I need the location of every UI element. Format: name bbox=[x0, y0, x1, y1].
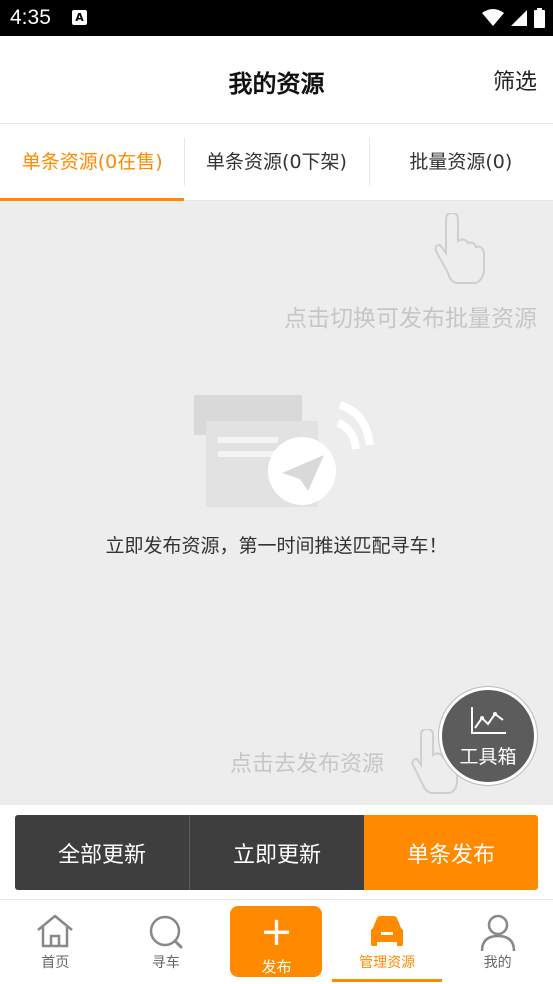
wifi-icon bbox=[482, 9, 504, 26]
batch-switch-hint: 点击切换可发布批量资源 bbox=[284, 306, 537, 332]
empty-state-message: 立即发布资源，第一时间推送匹配寻车！ bbox=[105, 535, 448, 557]
update-now-button[interactable]: 立即更新 bbox=[189, 815, 364, 890]
toolbox-button[interactable]: 工具箱 bbox=[438, 686, 538, 786]
nav-item-mine[interactable]: 我的 bbox=[442, 900, 553, 984]
notification-icon: A bbox=[72, 10, 87, 25]
nav-item-publish[interactable]: + 发布 bbox=[221, 900, 332, 984]
empty-state-illustration bbox=[194, 395, 374, 507]
nav-item-home[interactable]: 首页 bbox=[0, 900, 111, 984]
battery-icon bbox=[534, 8, 545, 28]
car-icon bbox=[371, 916, 404, 946]
publish-button[interactable]: + 发布 bbox=[230, 906, 323, 977]
tab-single-off-shelf[interactable]: 单条资源(0下架) bbox=[184, 124, 368, 200]
publish-hint: 点击去发布资源 bbox=[230, 752, 385, 777]
nav-label-home: 首页 bbox=[41, 955, 70, 971]
bottom-nav: 首页 寻车 + 发布 管理资源 我的 bbox=[0, 899, 553, 984]
user-icon bbox=[480, 914, 515, 952]
pointing-hand-icon bbox=[434, 213, 485, 284]
publish-single-button[interactable]: 单条发布 bbox=[364, 815, 538, 890]
update-all-button[interactable]: 全部更新 bbox=[15, 815, 189, 890]
action-bar: 全部更新 立即更新 单条发布 bbox=[15, 815, 538, 890]
signal-icon bbox=[511, 10, 527, 26]
status-time: 4:35 bbox=[10, 6, 51, 29]
nav-item-manage-resources[interactable]: 管理资源 bbox=[331, 900, 443, 984]
toolbox-circle: 工具箱 bbox=[442, 690, 534, 782]
tab-single-on-sale[interactable]: 单条资源(0在售) bbox=[0, 124, 185, 201]
page-title: 我的资源 bbox=[228, 70, 325, 98]
plus-icon: + bbox=[259, 909, 294, 955]
nav-item-find-car[interactable]: 寻车 bbox=[111, 900, 222, 984]
tab-batch[interactable]: 批量资源(0) bbox=[368, 124, 553, 200]
nav-label-publish: 发布 bbox=[261, 958, 292, 976]
nav-label-manage-resources: 管理资源 bbox=[359, 955, 416, 971]
search-icon bbox=[149, 915, 183, 949]
nav-label-find-car: 寻车 bbox=[151, 955, 180, 971]
resource-tabs: 单条资源(0在售) 单条资源(0下架) 批量资源(0) bbox=[0, 124, 553, 201]
status-icons bbox=[482, 8, 545, 28]
title-bar: 我的资源 筛选 bbox=[0, 36, 553, 124]
line-chart-icon bbox=[471, 707, 506, 734]
nav-label-mine: 我的 bbox=[483, 955, 512, 971]
home-icon bbox=[37, 914, 74, 948]
status-bar: 4:35 A bbox=[0, 0, 553, 36]
filter-button[interactable]: 筛选 bbox=[493, 64, 537, 96]
toolbox-label: 工具箱 bbox=[459, 746, 517, 768]
